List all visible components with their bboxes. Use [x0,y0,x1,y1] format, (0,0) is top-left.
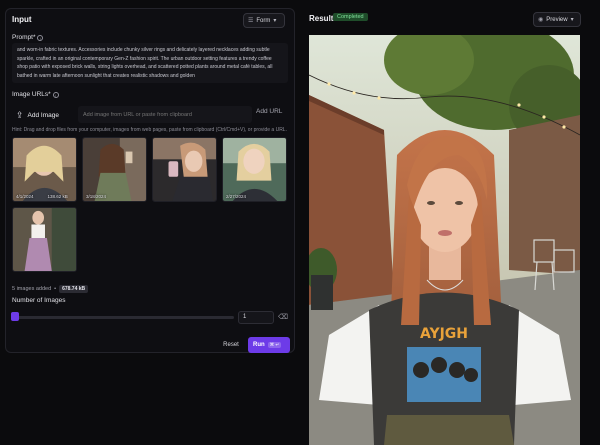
run-button[interactable]: Run ⌘ ↵ [248,337,290,353]
prompt-textarea[interactable]: and worn-in fabric textures. Accessories… [12,43,288,83]
result-panel: Result Completed ◉ Preview ▾ AYJGH [300,8,592,445]
total-size-badge: 678.74 kB [59,285,89,293]
input-title: Input [12,15,32,24]
status-badge: Completed [333,13,368,21]
add-url-button[interactable]: Add URL [256,108,282,115]
generated-photo: AYJGH [309,35,580,445]
image-thumbnail[interactable]: 4/1/2024 138.62 kB [12,137,77,202]
image-urls-label-text: Image URLs* [12,91,51,98]
image-thumbnail[interactable] [152,137,217,202]
thumbnail-photo [83,138,146,201]
image-urls-label: Image URLs* i [12,91,59,98]
thumbnail-photo [153,138,216,201]
image-thumbnail[interactable]: 2/27/2024 [222,137,287,202]
thumbnail-date: 2/27/2024 [226,194,247,199]
thumbnail-date: 3/18/2024 [86,194,107,199]
thumbnail-caption: 2/27/2024 [226,194,246,199]
list-icon: ☰ [248,18,254,24]
preview-dropdown[interactable]: ◉ Preview ▾ [533,12,581,27]
image-thumbnail[interactable]: 3/18/2024 [82,137,147,202]
image-thumbnail[interactable] [12,207,77,272]
number-of-images-label-text: Number of Images [12,297,66,304]
info-icon[interactable]: i [52,91,59,98]
result-image[interactable]: AYJGH [309,35,580,445]
add-image-button[interactable]: ⇪ Add Image [16,106,59,124]
thumbnail-date: 4/1/2024 [16,194,34,199]
number-of-images-label: Number of Images [12,297,65,304]
svg-text:AYJGH: AYJGH [420,326,468,342]
thumbnail-size: 138.62 kB [47,194,68,199]
number-of-images-input[interactable]: 1 [238,311,274,324]
hint-text: Hint: Drag and drop files from your comp… [12,127,287,133]
number-of-images-slider[interactable] [16,316,234,319]
form-dropdown[interactable]: ☰ Form ▾ [243,13,285,28]
chevron-down-icon: ▾ [570,17,574,23]
eye-icon: ◉ [538,17,544,23]
images-added-summary: 5 images added • 678.74 kB [12,285,89,293]
prompt-label: Prompt* i [12,34,44,41]
result-title: Result [309,14,334,23]
form-dropdown-label: Form [256,17,271,24]
thumbnail-photo [13,208,76,271]
input-panel: Input ☰ Form ▾ Prompt* i and worn-in fab… [5,8,295,353]
info-icon[interactable]: i [37,34,44,41]
add-image-label: Add Image [27,111,59,119]
run-label: Run [253,342,265,348]
slider-handle[interactable] [11,312,19,321]
upload-icon: ⇪ [16,109,24,120]
prompt-label-text: Prompt* [12,34,36,41]
images-added-count: 5 images added [12,286,52,292]
thumbnail-caption: 3/18/2024 [86,194,106,199]
image-url-input[interactable] [78,106,252,123]
eraser-icon[interactable]: ⌫ [278,313,288,321]
thumbnail-photo [13,138,76,201]
preview-dropdown-label: Preview [546,16,568,23]
run-shortcut: ⌘ ↵ [267,342,282,348]
thumbnail-photo [223,138,286,201]
reset-button[interactable]: Reset [217,338,245,353]
chevron-down-icon: ▾ [273,18,277,24]
thumbnail-caption: 4/1/2024 138.62 kB [16,194,68,199]
